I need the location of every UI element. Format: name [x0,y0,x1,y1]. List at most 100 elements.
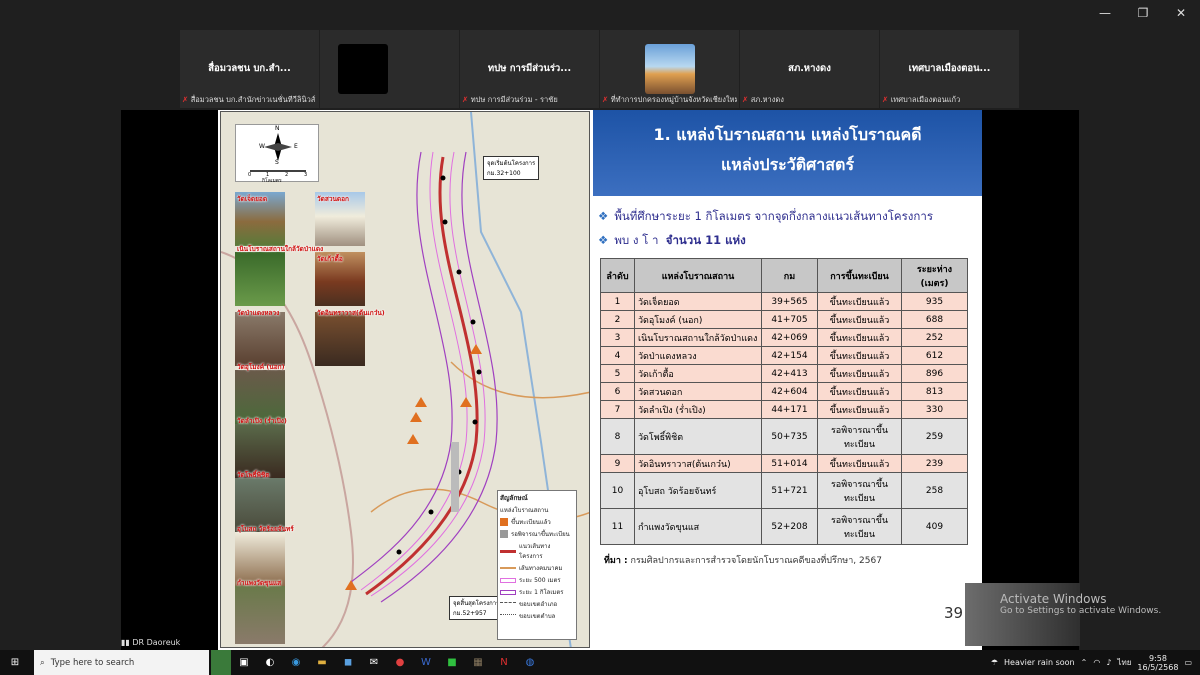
speaker-icon[interactable]: ♪ [1106,658,1111,667]
store-icon[interactable]: ◼ [335,650,361,675]
widget-icon[interactable] [211,650,231,675]
site-label: อุโบสถ วัดร้อยจันทร์ [237,525,294,533]
row-number: 11 [600,508,635,545]
mail-icon[interactable]: ✉ [361,650,387,675]
kilometer-marker: 50+735 [761,418,818,455]
participant-tile[interactable]: สื่อมวลชน บก.สำ... ✗ สื่อมวลชน บก.สำนักข… [180,30,320,108]
kilometer-marker: 51+014 [761,454,818,473]
table-row: 7 วัดลำเปิง (ร่ำเปิง) 44+171 ขึ้นทะเบียนแล้… [600,400,968,419]
clock[interactable]: 9:58 16/5/2568 [1137,654,1178,672]
table-row: 5 วัดเก้าตื้อ 42+413 ขึ้นทะเบียนแล้ว 896 [600,364,968,383]
district-boundary-swatch [500,601,516,607]
participant-gallery: สื่อมวลชน บก.สำ... ✗ สื่อมวลชน บก.สำนักข… [180,30,1020,108]
bullet-study-area: ❖ พื้นที่ศึกษาระยะ 1 กิโลเมตร จากจุดกึ่งก… [598,209,934,223]
site-photo [315,312,365,366]
table-row: 10 อุโบสถ วัดร้อยจันทร์ 51+721 รอพิจารณาขึ้… [600,472,968,509]
presentation-slide: N W E S 0 1 2 3 กิโลเมตร วัดเจ็ดยอด วัดส… [218,110,982,650]
route-map: N W E S 0 1 2 3 กิโลเมตร วัดเจ็ดยอด วัดส… [220,111,590,648]
notification-icon[interactable]: ▭ [1184,658,1192,667]
distance-meters: 813 [901,382,968,401]
participant-caption: เทศบาลเมืองตอนแก้ว [890,95,961,104]
signal-bars-icon: ▮▮ [121,638,130,647]
pending-site-icon [500,530,508,538]
row-number: 6 [600,382,635,401]
diamond-bullet-icon: ❖ [598,209,609,223]
line-app-icon[interactable]: ■ [439,650,465,675]
table-row: 9 วัดอินทราวาส(ต้นเกว๋น) 51+014 ขึ้นทะเบียน… [600,454,968,473]
distance-meters: 612 [901,346,968,365]
zoom-icon[interactable]: ◍ [517,650,543,675]
participant-tile[interactable]: สภ.หางดง ✗ สภ.หางดง [740,30,880,108]
app-icon[interactable]: ▦ [465,650,491,675]
table-row: 8 วัดโพธิ์พิชิต 50+735 รอพิจารณาขึ้นทะเบียน… [600,418,968,455]
search-icon: ⌕ [40,657,45,668]
word-icon[interactable]: W [413,650,439,675]
participant-caption: สภ.หางดง [750,95,784,104]
registration-status: ขึ้นทะเบียนแล้ว [817,382,902,401]
participant-name: ทปษ การมีส่วนร่ว... [487,63,572,74]
wifi-icon[interactable]: ◠ [1093,658,1100,667]
row-number: 8 [600,418,635,455]
row-number: 9 [600,454,635,473]
copilot-icon[interactable]: ◐ [257,650,283,675]
registered-site-icon [500,518,508,526]
weather-icon[interactable]: ☂ [991,658,998,667]
registration-status: รอพิจารณาขึ้นทะเบียน [817,418,902,455]
start-point-callout: จุดเริ่มต้นโครงการ กม.32+100 [483,156,540,180]
chrome-browser-icon[interactable]: ● [387,650,413,675]
distance-meters: 258 [901,472,968,509]
distance-meters: 409 [901,508,968,545]
site-label: เนินโบราณสถานใกล้วัดป่าแดง [237,245,324,253]
route-line-swatch [500,549,516,553]
distance-meters: 896 [901,364,968,383]
table-body: 1 วัดเจ็ดยอด 39+565 ขึ้นทะเบียนแล้ว 935 2 วัดอ… [600,292,968,545]
registration-status: ขึ้นทะเบียนแล้ว [817,328,902,347]
edge-browser-icon[interactable]: ◉ [283,650,309,675]
registration-status: ขึ้นทะเบียนแล้ว [817,454,902,473]
site-photo [235,312,285,366]
participant-tile[interactable] [320,30,460,108]
distance-meters: 935 [901,292,968,311]
site-name: วัดเจ็ดยอด [634,292,762,311]
site-label: วัดสวนดอก [317,195,349,203]
participant-tile[interactable]: ทปษ การมีส่วนร่ว... ✗ ทปษ การมีส่วนร่วม … [460,30,600,108]
muted-mic-icon: ✗ [182,95,189,104]
site-label: กำแพงวัดขุนแส [237,579,282,587]
site-name: อุโบสถ วัดร้อยจันทร์ [634,472,762,509]
close-button[interactable]: ✕ [1162,0,1200,26]
language-indicator[interactable]: ไทย [1117,656,1131,669]
kilometer-marker: 42+069 [761,328,818,347]
table-row: 1 วัดเจ็ดยอด 39+565 ขึ้นทะเบียนแล้ว 935 [600,292,968,311]
subdistrict-boundary-swatch [500,613,516,619]
registration-status: ขึ้นทะเบียนแล้ว [817,292,902,311]
kilometer-marker: 42+413 [761,364,818,383]
buffer-1km-swatch [500,589,516,595]
distance-meters: 688 [901,310,968,329]
windows-start-icon[interactable]: ⊞ [2,650,28,675]
row-number: 10 [600,472,635,509]
distance-meters: 259 [901,418,968,455]
task-view-icon[interactable]: ▣ [231,650,257,675]
muted-mic-icon: ✗ [462,95,469,104]
participant-tile[interactable]: ✗ ที่ทำการปกครองหมู่บ้านจังหวัดเชียงใหม่ [600,30,740,108]
taskbar-search-box[interactable]: ⌕ Type here to search [34,650,209,675]
site-photo [235,252,285,306]
diamond-bullet-icon: ❖ [598,233,609,247]
participant-tile[interactable]: เทศบาลเมืองตอน... ✗ เทศบาลเมืองตอนแก้ว [880,30,1020,108]
netflix-icon[interactable]: N [491,650,517,675]
site-name: กำแพงวัดขุนแส [634,508,762,545]
site-label: วัดเจ็ดยอด [237,195,268,203]
participant-name: สื่อมวลชน บก.สำ... [208,63,291,74]
registration-status: ขึ้นทะเบียนแล้ว [817,364,902,383]
minimize-button[interactable]: — [1086,0,1124,26]
road-line-swatch [500,567,516,569]
site-name: วัดอินทราวาส(ต้นเกว๋น) [634,454,762,473]
restore-button[interactable]: ❐ [1124,0,1162,26]
site-name: วัดอุโมงค์ (นอก) [634,310,762,329]
weather-text[interactable]: Heavier rain soon [1004,658,1075,667]
chevron-up-icon[interactable]: ⌃ [1081,658,1088,667]
file-explorer-icon[interactable]: ▬ [309,650,335,675]
site-name: วัดลำเปิง (ร่ำเปิง) [634,400,762,419]
table-row: 2 วัดอุโมงค์ (นอก) 41+705 ขึ้นทะเบียนแล้ว 68… [600,310,968,329]
registration-status: รอพิจารณาขึ้นทะเบียน [817,472,902,509]
